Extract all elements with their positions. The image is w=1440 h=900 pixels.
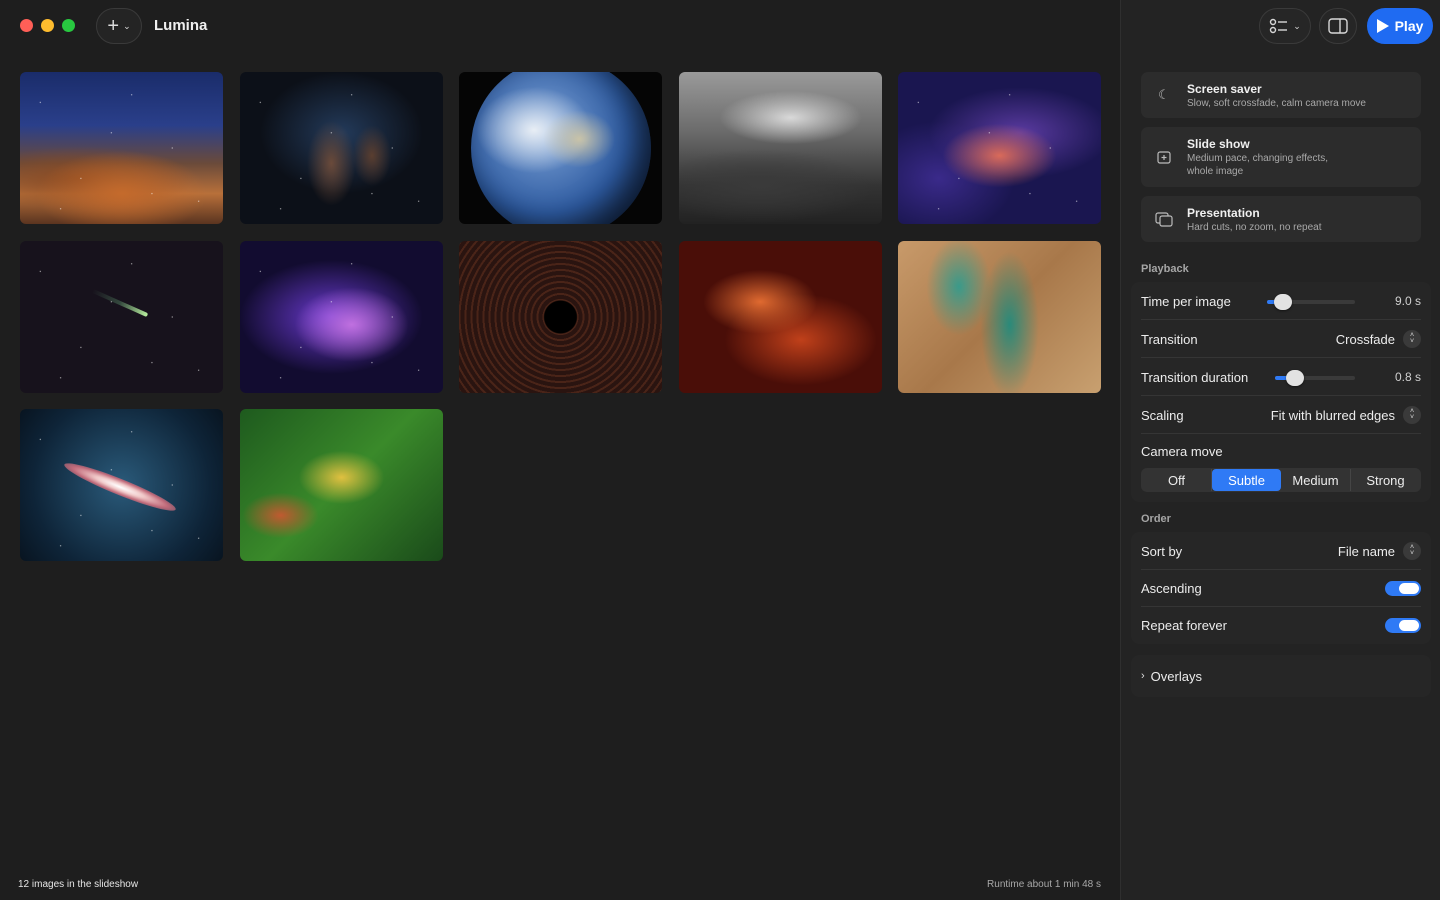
scaling-value: Fit with blurred edges (1270, 407, 1395, 423)
sort-by-value: File name (1337, 543, 1395, 559)
inspector-sidebar: ⌄ Play ☾ Screen saver Slow, soft crossfa… (1120, 0, 1440, 900)
image-thumbnail[interactable] (239, 409, 443, 561)
image-thumbnail[interactable] (20, 409, 223, 561)
sort-by-popup[interactable]: File name ˄ ˅ (1338, 542, 1421, 560)
image-thumbnail[interactable] (20, 72, 223, 224)
preset-title: Screen saver (1187, 82, 1262, 96)
preset-subtitle: Slow, soft crossfade, calm camera move (1187, 98, 1366, 109)
image-grid (20, 72, 1101, 561)
preset-subtitle: Hard cuts, no zoom, no repeat (1187, 222, 1322, 233)
image-thumbnail[interactable] (20, 240, 223, 393)
zoom-window-button[interactable] (62, 19, 75, 32)
image-thumbnail[interactable] (239, 72, 443, 224)
time-per-image-label: Time per image (1141, 293, 1231, 309)
transition-duration-slider[interactable] (1275, 370, 1355, 386)
app-title: Lumina (154, 17, 208, 34)
camera-move-subtle[interactable]: Subtle (1212, 469, 1281, 491)
overlays-disclosure[interactable]: › Overlays (1131, 655, 1431, 697)
playback-group: Time per image 9.0 s Transition Crossfad… (1131, 282, 1431, 502)
time-per-image-row: Time per image 9.0 s (1141, 282, 1421, 320)
main-area: + ⌄ Lumina 12 images in the slideshow Ru… (0, 0, 1120, 900)
chevron-updown-icon: ˄ ˅ (1403, 330, 1421, 348)
preset-presentation[interactable]: Presentation Hard cuts, no zoom, no repe… (1141, 196, 1421, 242)
camera-move-strong[interactable]: Strong (1351, 469, 1420, 491)
order-group: Sort by File name ˄ ˅ Ascending Repeat fo… (1131, 532, 1431, 644)
transition-row: Transition Crossfade ˄ ˅ (1141, 320, 1421, 358)
camera-move-segmented: Off Subtle Medium Strong (1141, 468, 1421, 492)
transition-label: Transition (1141, 331, 1198, 347)
overlays-label: Overlays (1150, 668, 1202, 684)
image-thumbnail[interactable] (459, 240, 662, 393)
time-per-image-value: 9.0 s (1394, 294, 1421, 308)
preset-slide-show[interactable]: Slide show Medium pace, changing effects… (1141, 127, 1421, 187)
image-thumbnail[interactable] (898, 72, 1101, 224)
chevron-down-icon: ⌄ (123, 20, 131, 31)
transition-value: Crossfade (1335, 331, 1395, 347)
image-thumbnail[interactable] (239, 240, 443, 393)
image-thumbnail[interactable] (678, 72, 882, 224)
minimize-window-button[interactable] (41, 19, 54, 32)
repeat-forever-label: Repeat forever (1141, 618, 1227, 633)
chevron-down-icon: ⌄ (1293, 20, 1301, 31)
ascending-label: Ascending (1141, 581, 1202, 596)
play-button[interactable]: Play (1367, 8, 1433, 44)
view-options-button[interactable]: ⌄ (1259, 8, 1311, 44)
scaling-row: Scaling Fit with blurred edges ˄ ˅ (1141, 396, 1421, 434)
camera-move-medium[interactable]: Medium (1281, 469, 1351, 491)
play-label: Play (1394, 18, 1424, 34)
camera-move-off[interactable]: Off (1142, 469, 1212, 491)
preset-subtitle: whole image (1187, 166, 1244, 177)
image-thumbnail[interactable] (459, 72, 662, 224)
ascending-row: Ascending (1141, 570, 1421, 607)
time-per-image-slider[interactable] (1267, 294, 1355, 310)
app-window: + ⌄ Lumina 12 images in the slideshow Ru… (0, 0, 1440, 900)
repeat-forever-toggle[interactable] (1385, 618, 1421, 633)
camera-move-row: Camera move (1141, 434, 1421, 468)
list-options-icon (1270, 18, 1288, 34)
toggle-sidebar-button[interactable] (1319, 8, 1357, 44)
chevron-right-icon: › (1141, 670, 1145, 682)
sidebar-icon (1328, 18, 1348, 34)
scaling-popup[interactable]: Fit with blurred edges ˄ ˅ (1271, 406, 1421, 424)
image-thumbnail[interactable] (898, 240, 1101, 393)
transition-duration-value: 0.8 s (1394, 370, 1421, 384)
play-icon (1376, 19, 1389, 33)
preset-title: Slide show (1187, 137, 1250, 151)
slideshow-icon (1155, 148, 1173, 166)
ascending-toggle[interactable] (1385, 581, 1421, 596)
transition-duration-row: Transition duration 0.8 s (1141, 358, 1421, 396)
presentation-icon (1155, 210, 1173, 228)
add-images-button[interactable]: + ⌄ (96, 8, 142, 44)
preset-title: Presentation (1187, 206, 1260, 220)
image-thumbnail[interactable] (678, 240, 882, 393)
plus-icon: + (107, 15, 120, 37)
sort-by-label: Sort by (1141, 543, 1183, 559)
repeat-forever-row: Repeat forever (1141, 607, 1421, 644)
sort-by-row: Sort by File name ˄ ˅ (1141, 532, 1421, 570)
transition-popup[interactable]: Crossfade ˄ ˅ (1336, 330, 1421, 348)
order-section-label: Order (1141, 513, 1171, 525)
runtime-label: Runtime about 1 min 48 s (987, 879, 1101, 890)
moon-icon: ☾ (1158, 87, 1170, 102)
close-window-button[interactable] (20, 19, 33, 32)
preset-subtitle: Medium pace, changing effects, (1187, 153, 1329, 164)
scaling-label: Scaling (1141, 407, 1184, 423)
chevron-updown-icon: ˄ ˅ (1403, 542, 1421, 560)
preset-screen-saver[interactable]: ☾ Screen saver Slow, soft crossfade, cal… (1141, 72, 1421, 118)
chevron-updown-icon: ˄ ˅ (1403, 406, 1421, 424)
transition-duration-label: Transition duration (1141, 369, 1249, 385)
camera-move-label: Camera move (1141, 443, 1223, 459)
playback-section-label: Playback (1141, 263, 1189, 275)
titlebar: + ⌄ Lumina (0, 0, 1120, 52)
image-count-label: 12 images in the slideshow (18, 879, 139, 890)
